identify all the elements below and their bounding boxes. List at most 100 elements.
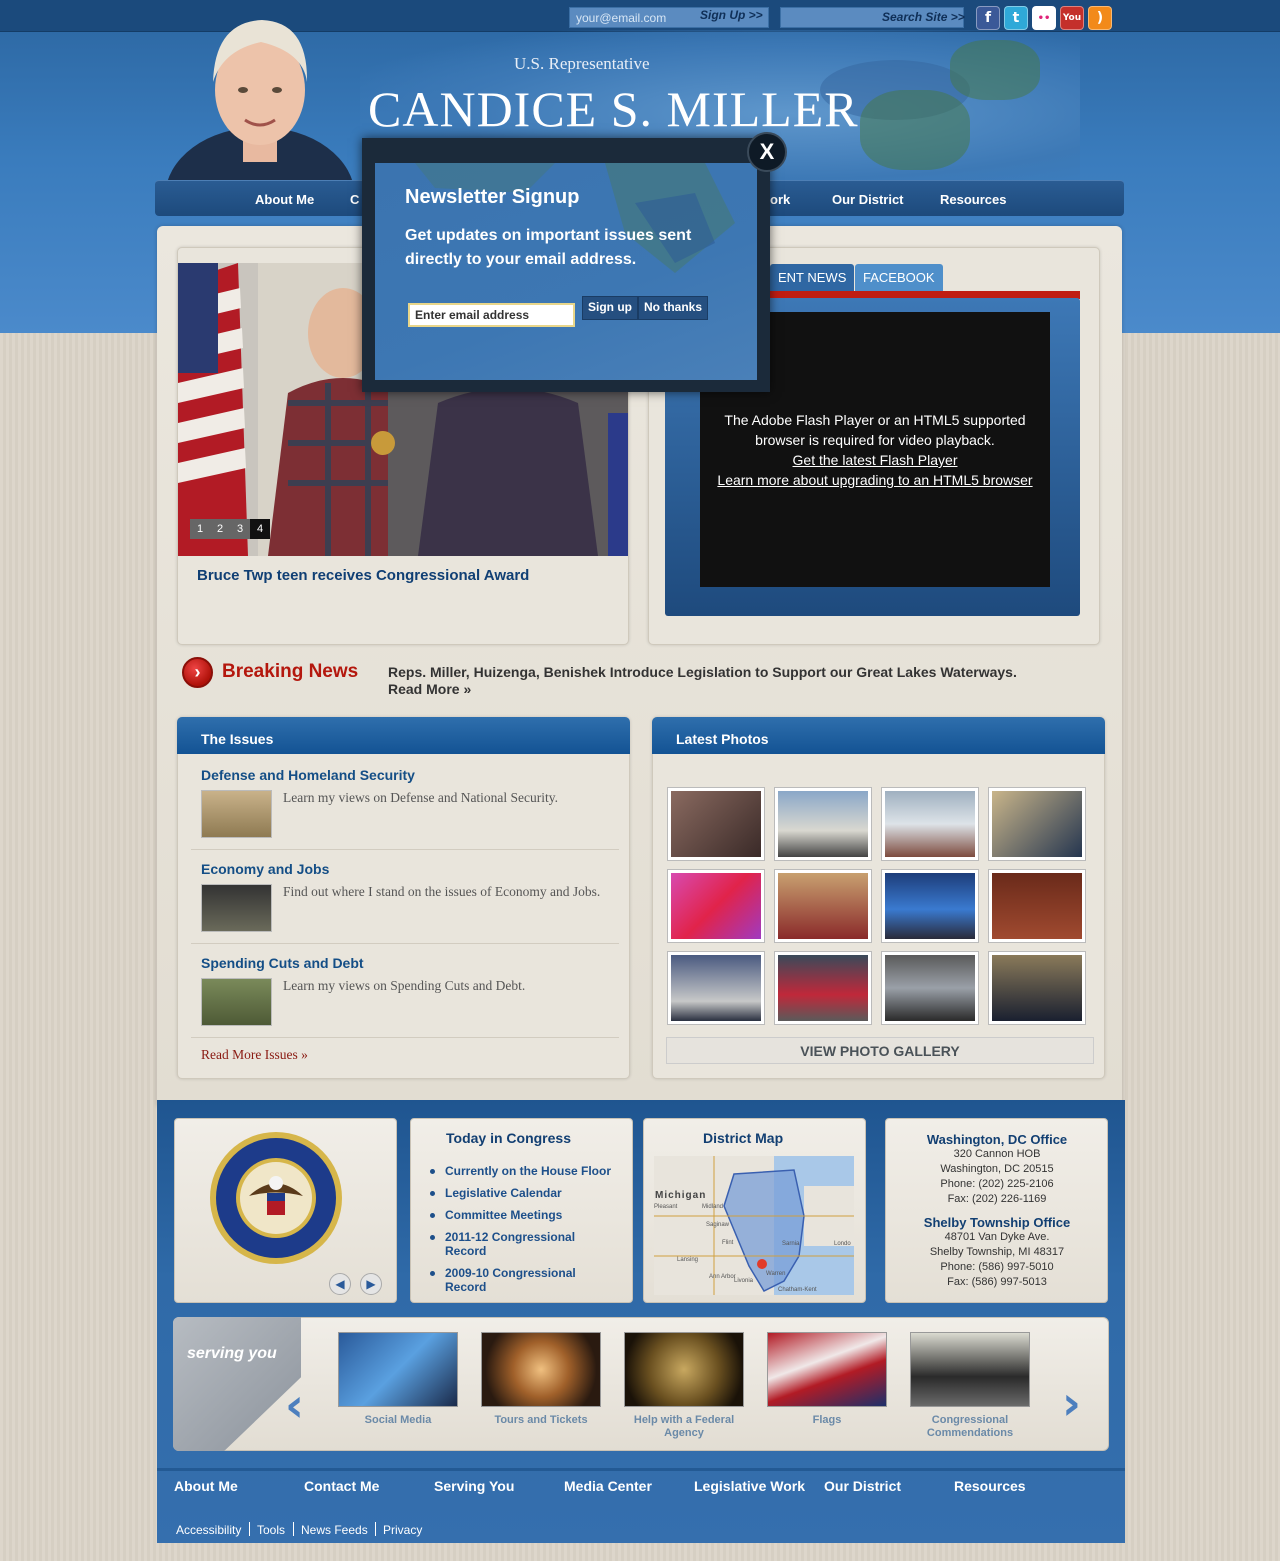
photo-thumbnail[interactable] bbox=[774, 787, 872, 861]
house-seal-logo[interactable] bbox=[209, 1131, 344, 1266]
tab-facebook[interactable]: FACEBOOK bbox=[855, 264, 943, 291]
photo-thumbnail[interactable] bbox=[988, 951, 1086, 1025]
congressional-record-2009-link[interactable]: 2009-10 Congressional Record bbox=[445, 1266, 615, 1294]
newsletter-modal-text: Get updates on important issues sent dir… bbox=[405, 227, 692, 268]
newsletter-modal-email-input[interactable]: Enter email address bbox=[408, 303, 575, 327]
slide-caption-link[interactable]: Bruce Twp teen receives Congressional Aw… bbox=[197, 567, 529, 584]
signup-button[interactable]: Sign Up >> bbox=[700, 8, 763, 22]
footer-serving-you[interactable]: Serving You bbox=[434, 1478, 514, 1494]
issue-spending-link[interactable]: Spending Cuts and Debt bbox=[201, 955, 364, 971]
federal-agency-image[interactable] bbox=[624, 1332, 744, 1407]
photos-heading: Latest Photos bbox=[652, 717, 1105, 754]
map-label-town: Saginaw bbox=[706, 1222, 730, 1228]
flags-image[interactable] bbox=[767, 1332, 887, 1407]
footer-news-feeds[interactable]: News Feeds bbox=[301, 1523, 368, 1537]
nav-legislative-work-partial[interactable]: ork bbox=[770, 192, 790, 207]
money-thumbnail[interactable] bbox=[201, 884, 272, 932]
footer-media-center[interactable]: Media Center bbox=[564, 1478, 652, 1494]
photo-thumbnail[interactable] bbox=[774, 951, 872, 1025]
tours-image[interactable] bbox=[481, 1332, 601, 1407]
photo-thumbnail[interactable] bbox=[881, 869, 979, 943]
newsletter-signup-button[interactable]: Sign up bbox=[582, 296, 638, 320]
tank-thumbnail[interactable] bbox=[201, 790, 272, 838]
rss-icon[interactable]: ) bbox=[1088, 6, 1112, 30]
footer-privacy[interactable]: Privacy bbox=[383, 1523, 422, 1537]
footer-our-district[interactable]: Our District bbox=[824, 1478, 901, 1494]
carousel-prev-icon[interactable]: ‹ bbox=[285, 1378, 304, 1432]
slide-page-2[interactable]: 2 bbox=[210, 519, 230, 539]
newsletter-modal-title: Newsletter Signup bbox=[405, 186, 580, 208]
issue-defense-link[interactable]: Defense and Homeland Security bbox=[201, 767, 415, 783]
previous-arrow-icon[interactable]: ◀ bbox=[329, 1273, 351, 1295]
service-federal-agency[interactable]: Help with a Federal Agency bbox=[619, 1414, 749, 1440]
divider bbox=[191, 943, 619, 944]
map-label-town: Flint bbox=[722, 1240, 734, 1246]
service-tours-tickets[interactable]: Tours and Tickets bbox=[476, 1414, 606, 1427]
footer-legislative-work[interactable]: Legislative Work bbox=[694, 1478, 805, 1494]
slide-page-1[interactable]: 1 bbox=[190, 519, 210, 539]
map-label-town: Livonia bbox=[734, 1278, 754, 1284]
dollars-thumbnail[interactable] bbox=[201, 978, 272, 1026]
youtube-icon[interactable]: You bbox=[1060, 6, 1084, 30]
dc-office-fax: Fax: (202) 226-1169 bbox=[947, 1193, 1047, 1205]
nav-our-district[interactable]: Our District bbox=[832, 192, 904, 207]
social-media-image[interactable] bbox=[338, 1332, 458, 1407]
committee-meetings-link[interactable]: Committee Meetings bbox=[445, 1208, 562, 1222]
dc-office-address: 320 Cannon HOB bbox=[953, 1148, 1041, 1160]
dc-office-city: Washington, DC 20515 bbox=[940, 1163, 1054, 1175]
service-flags[interactable]: Flags bbox=[762, 1414, 892, 1427]
carousel-next-icon[interactable]: › bbox=[1062, 1376, 1081, 1430]
today-in-congress-title: Today in Congress bbox=[446, 1130, 571, 1146]
bullet bbox=[430, 1169, 435, 1174]
divider bbox=[375, 1522, 376, 1536]
close-icon[interactable]: X bbox=[747, 132, 787, 172]
photo-thumbnail[interactable] bbox=[881, 951, 979, 1025]
footer-accessibility[interactable]: Accessibility bbox=[176, 1523, 241, 1537]
get-flash-link[interactable]: Get the latest Flash Player bbox=[700, 450, 1050, 470]
photo-thumbnail[interactable] bbox=[988, 787, 1086, 861]
photo-thumbnail[interactable] bbox=[667, 869, 765, 943]
photo-thumbnail[interactable] bbox=[881, 787, 979, 861]
congressional-record-2011-link[interactable]: 2011-12 Congressional Record bbox=[445, 1230, 615, 1258]
footer-tools[interactable]: Tools bbox=[257, 1523, 285, 1537]
read-more-issues-link[interactable]: Read More Issues » bbox=[201, 1047, 308, 1063]
footer-about-me[interactable]: About Me bbox=[174, 1478, 238, 1494]
photo-thumbnail[interactable] bbox=[774, 869, 872, 943]
breaking-news-text[interactable]: Reps. Miller, Huizenga, Benishek Introdu… bbox=[388, 664, 1078, 698]
footer-resources[interactable]: Resources bbox=[954, 1478, 1026, 1494]
dc-office-title: Washington, DC Office bbox=[926, 1132, 1068, 1147]
html5-browser-link[interactable]: Learn more about upgrading to an HTML5 b… bbox=[700, 470, 1050, 490]
legislative-calendar-link[interactable]: Legislative Calendar bbox=[445, 1186, 562, 1200]
house-floor-link[interactable]: Currently on the House Floor bbox=[445, 1164, 611, 1178]
photo-thumbnail[interactable] bbox=[667, 951, 765, 1025]
breaking-news-headline[interactable]: Reps. Miller, Huizenga, Benishek Introdu… bbox=[388, 664, 1017, 680]
representative-name: CANDICE S. MILLER bbox=[368, 81, 859, 137]
nav-contact-partial[interactable]: C bbox=[350, 192, 359, 207]
district-map[interactable] bbox=[654, 1156, 854, 1295]
issue-economy-link[interactable]: Economy and Jobs bbox=[201, 861, 329, 877]
newsletter-no-thanks-button[interactable]: No thanks bbox=[638, 296, 709, 320]
shelby-office-title: Shelby Township Office bbox=[923, 1215, 1071, 1230]
breaking-news-read-more[interactable]: Read More » bbox=[388, 681, 471, 697]
footer-contact-me[interactable]: Contact Me bbox=[304, 1478, 379, 1494]
search-button[interactable]: Search Site >> bbox=[882, 10, 965, 24]
photo-thumbnail[interactable] bbox=[667, 787, 765, 861]
service-social-media[interactable]: Social Media bbox=[333, 1414, 463, 1427]
shelby-office-phone: Phone: (586) 997-5010 bbox=[940, 1261, 1054, 1273]
facebook-icon[interactable]: f bbox=[976, 6, 1000, 30]
tab-recent-news[interactable]: ENT NEWS bbox=[770, 264, 855, 291]
photo-thumbnail[interactable] bbox=[988, 869, 1086, 943]
flickr-icon[interactable]: •• bbox=[1032, 6, 1056, 30]
next-arrow-icon[interactable]: ▶ bbox=[360, 1273, 382, 1295]
commendations-image[interactable] bbox=[910, 1332, 1030, 1407]
flash-required-message: The Adobe Flash Player or an HTML5 suppo… bbox=[724, 412, 1026, 448]
dc-office-phone: Phone: (202) 225-2106 bbox=[940, 1178, 1054, 1190]
map-label-town: Warren bbox=[766, 1271, 786, 1277]
slide-page-3[interactable]: 3 bbox=[230, 519, 250, 539]
service-commendations[interactable]: Congressional Commendations bbox=[905, 1414, 1035, 1440]
twitter-icon[interactable]: t bbox=[1004, 6, 1028, 30]
slide-page-4-active[interactable]: 4 bbox=[250, 519, 270, 539]
nav-resources[interactable]: Resources bbox=[940, 192, 1006, 207]
nav-about-me[interactable]: About Me bbox=[255, 192, 314, 207]
view-photo-gallery-button[interactable]: VIEW PHOTO GALLERY bbox=[666, 1037, 1094, 1064]
